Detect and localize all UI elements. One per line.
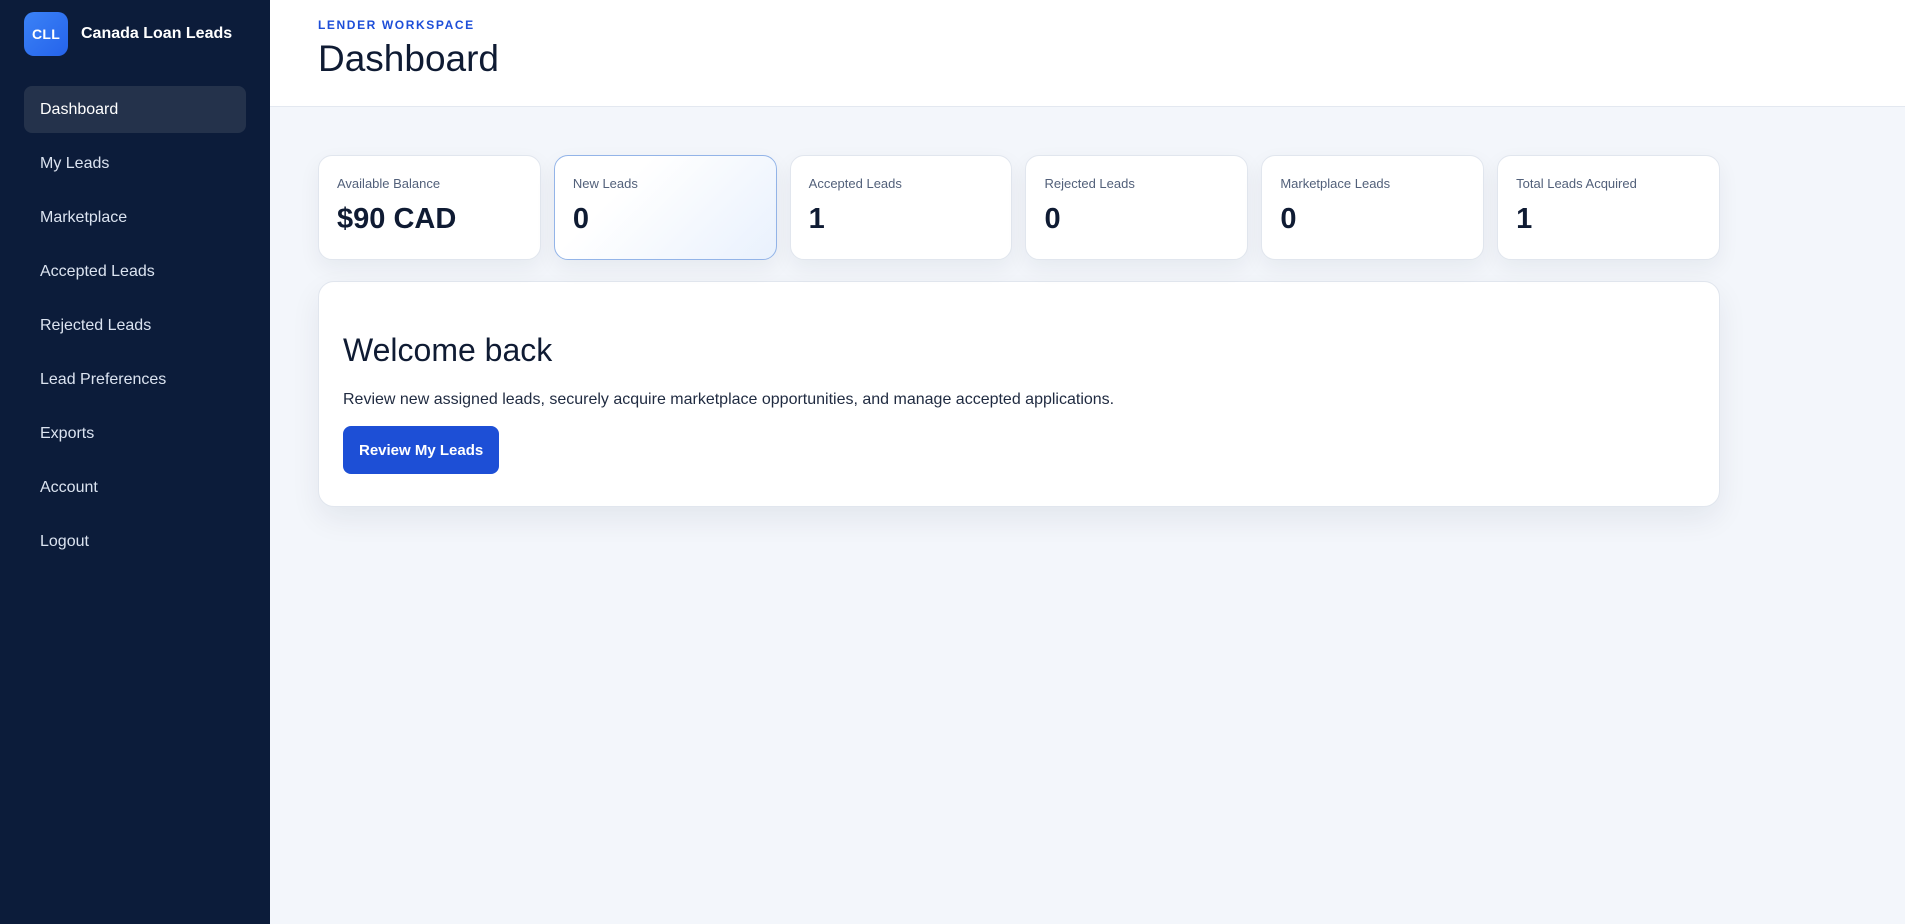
stats-row: Available Balance $90 CAD New Leads 0 Ac… [318,155,1720,260]
page-header: LENDER WORKSPACE Dashboard [270,0,1905,107]
stat-label: Accepted Leads [808,176,902,191]
brand[interactable]: CLL Canada Loan Leads [24,12,246,56]
main-area: LENDER WORKSPACE Dashboard Available Bal… [270,0,1905,924]
stat-value: 0 [572,203,589,235]
sidebar-item-rejected-leads[interactable]: Rejected Leads [24,302,246,349]
welcome-panel: Welcome back Review new assigned leads, … [318,281,1720,507]
sidebar-item-dashboard[interactable]: Dashboard [24,86,246,133]
dashboard-content: Available Balance $90 CAD New Leads 0 Ac… [270,107,1905,507]
sidebar: CLL Canada Loan Leads Dashboard My Leads… [0,0,270,924]
stat-card-rejected-leads: Rejected Leads 0 [1025,155,1249,260]
app-shell: CLL Canada Loan Leads Dashboard My Leads… [0,0,1905,924]
sidebar-item-my-leads[interactable]: My Leads [24,140,246,187]
sidebar-item-exports[interactable]: Exports [24,410,246,457]
sidebar-item-logout[interactable]: Logout [24,518,246,565]
sidebar-item-account[interactable]: Account [24,464,246,511]
stat-card-marketplace-leads: Marketplace Leads 0 [1261,155,1485,260]
workspace-eyebrow: LENDER WORKSPACE [318,18,475,32]
stat-label: New Leads [572,176,638,191]
stat-value: $90 CAD [337,203,457,235]
stat-value: 0 [1044,203,1061,235]
brand-logo-icon: CLL [24,12,68,56]
welcome-description: Review new assigned leads, securely acqu… [343,391,1115,408]
sidebar-nav: Dashboard My Leads Marketplace Accepted … [24,86,246,565]
welcome-title: Welcome back [343,332,553,368]
page-title: Dashboard [318,38,500,79]
stat-label: Total Leads Acquired [1516,176,1637,191]
stat-card-total-leads-acquired: Total Leads Acquired 1 [1497,155,1720,260]
sidebar-item-marketplace[interactable]: Marketplace [24,194,246,241]
stat-card-available-balance: Available Balance $90 CAD [318,155,541,260]
review-my-leads-button[interactable]: Review My Leads [343,426,500,474]
sidebar-item-lead-preferences[interactable]: Lead Preferences [24,356,246,403]
stat-value: 1 [808,203,825,235]
stat-label: Marketplace Leads [1280,176,1391,191]
stat-value: 1 [1516,203,1533,235]
stat-card-new-leads[interactable]: New Leads 0 [553,155,777,260]
stat-label: Available Balance [337,176,441,191]
stat-value: 0 [1280,203,1297,235]
stat-card-accepted-leads: Accepted Leads 1 [789,155,1013,260]
stat-label: Rejected Leads [1044,176,1135,191]
sidebar-item-accepted-leads[interactable]: Accepted Leads [24,248,246,295]
brand-name: Canada Loan Leads [81,25,233,42]
